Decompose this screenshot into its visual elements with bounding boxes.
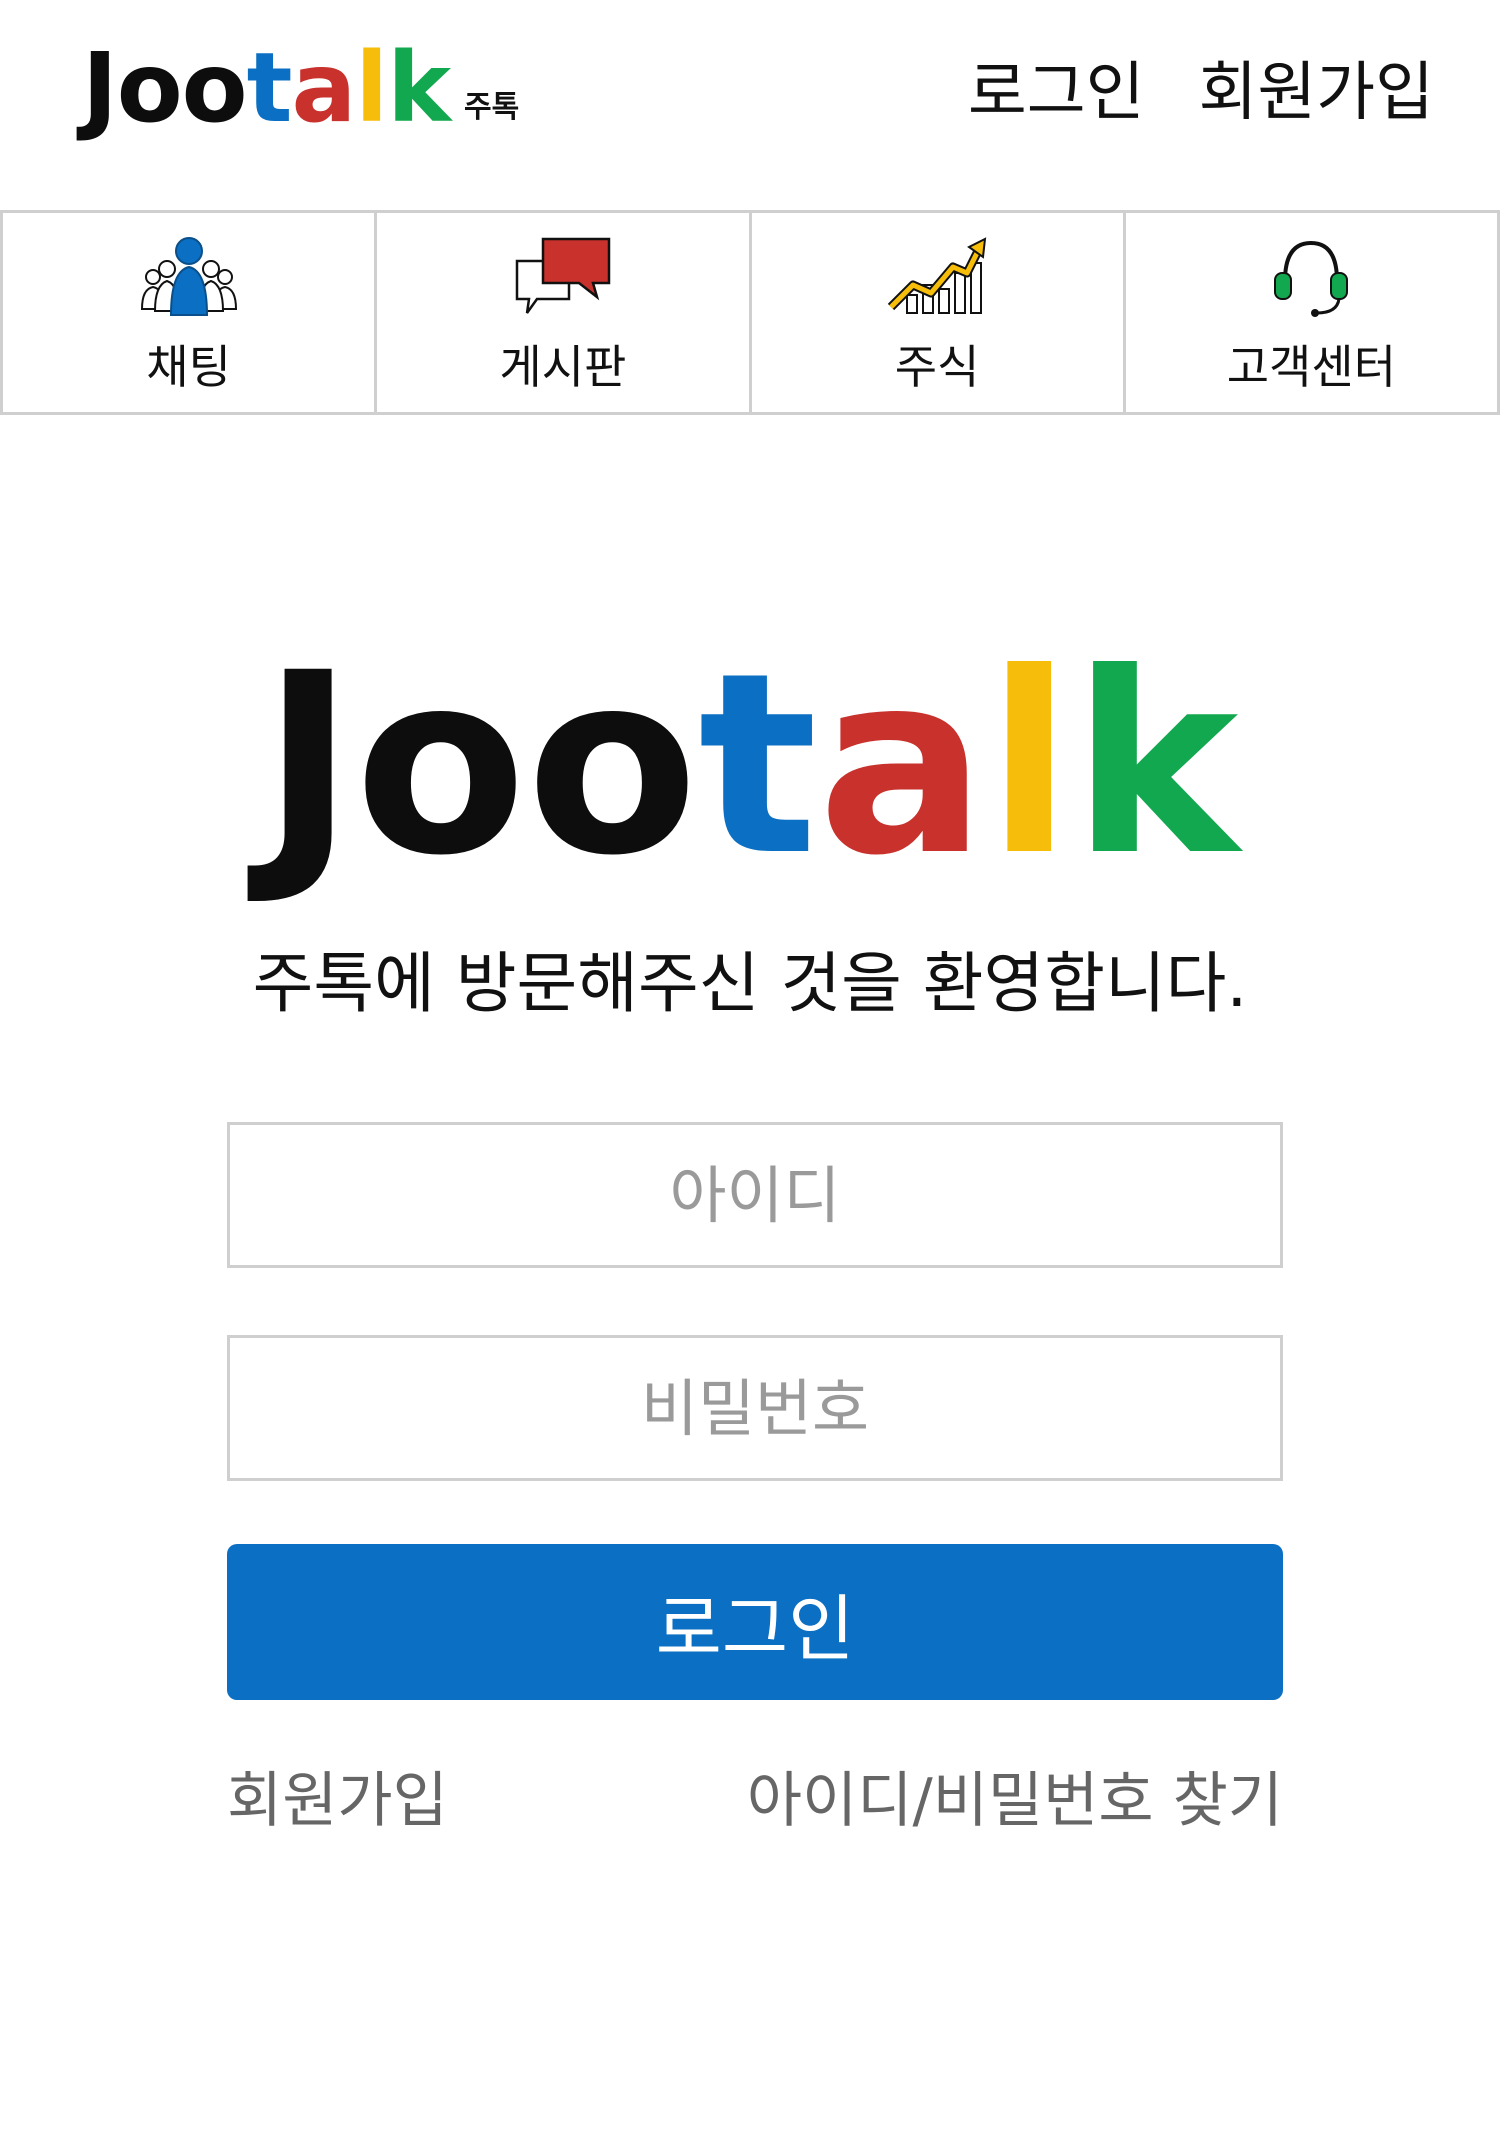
header: Jootalk 주톡 로그인 회원가입 [0,0,1500,210]
speech-bubbles-icon [513,233,613,319]
nav-item-board[interactable]: 게시판 [377,213,752,412]
hero-wordmark: Jootalk [261,619,1239,910]
site-logo[interactable]: Jootalk 주톡 [82,40,519,136]
nav-item-stock[interactable]: 주식 [752,213,1126,412]
signup-link[interactable]: 회원가입 [227,1752,448,1839]
nav-label-stock: 주식 [894,340,980,394]
logo-wordmark: Jootalk [82,32,451,144]
header-login-link[interactable]: 로그인 [968,58,1145,129]
login-button[interactable]: 로그인 [227,1544,1283,1700]
id-field-box [227,1122,1283,1268]
logo-subtitle: 주톡 [464,90,520,125]
headset-icon [1261,233,1361,319]
nav-label-support: 고객센터 [1226,340,1397,394]
id-input[interactable] [230,1125,1280,1265]
nav-label-board: 게시판 [499,340,627,394]
nav-label-chat: 채팅 [146,340,231,394]
stock-chart-icon [887,233,987,319]
password-field-box [227,1335,1283,1481]
nav-item-chat[interactable]: 채팅 [0,213,378,412]
top-links: 로그인 회원가입 [968,58,1434,129]
password-input[interactable] [230,1338,1280,1478]
hero-logo: Jootalk [0,640,1500,890]
main-nav: 채팅 게시판 주식 고객센터 [0,210,1500,415]
form-links: 회원가입 아이디/비밀번호 찾기 [227,1752,1283,1839]
nav-item-support[interactable]: 고객센터 [1126,213,1500,412]
welcome-message: 주톡에 방문해주신 것을 환영합니다. [252,945,1248,1022]
find-account-link[interactable]: 아이디/비밀번호 찾기 [747,1752,1283,1839]
people-icon [139,233,239,319]
header-signup-link[interactable]: 회원가입 [1198,58,1434,129]
